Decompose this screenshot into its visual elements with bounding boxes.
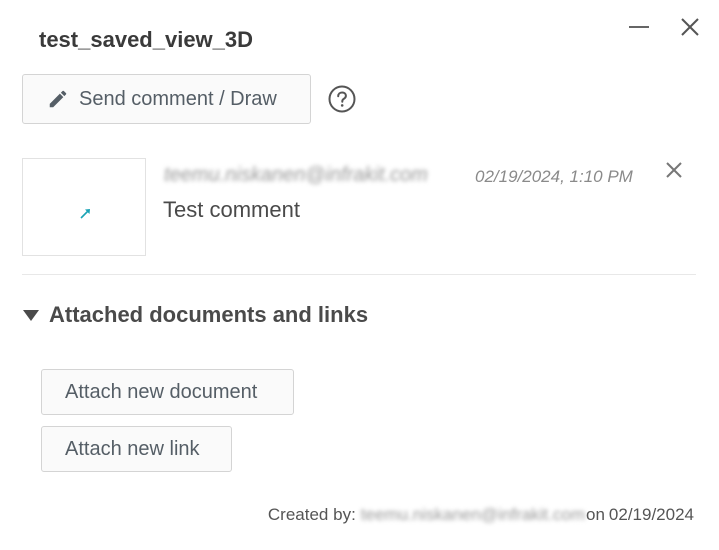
created-by-label: Created by: xyxy=(267,505,356,524)
on-label: on xyxy=(585,505,605,524)
attachments-section-toggle[interactable]: Attached documents and links xyxy=(22,302,368,328)
minimize-button[interactable] xyxy=(626,14,652,40)
dialog-title: test_saved_view_3D xyxy=(39,27,254,52)
pencil-icon xyxy=(47,88,69,110)
created-date: 02/19/2024 xyxy=(608,505,694,524)
send-comment-label: Send comment / Draw xyxy=(79,87,277,110)
close-icon xyxy=(666,162,682,178)
attach-link-button[interactable]: Attach new link xyxy=(41,426,232,472)
close-icon xyxy=(681,18,699,36)
arrow-icon xyxy=(80,209,90,219)
caret-down-icon xyxy=(22,308,40,322)
minimize-icon xyxy=(629,26,649,28)
creator-email: teemu.niskanen@infrakit.com xyxy=(360,505,585,524)
attach-document-button[interactable]: Attach new document xyxy=(41,369,294,415)
comment-author: teemu.niskanen@infrakit.com xyxy=(164,164,428,186)
delete-comment-button[interactable] xyxy=(662,158,686,182)
attachments-section-title: Attached documents and links xyxy=(49,302,369,327)
send-comment-button[interactable]: Send comment / Draw xyxy=(22,74,311,124)
divider xyxy=(22,274,696,275)
comment-text: Test comment xyxy=(163,197,300,222)
comment-thumbnail[interactable] xyxy=(22,158,146,256)
help-icon[interactable] xyxy=(328,85,356,113)
comment-timestamp: 02/19/2024, 1:10 PM xyxy=(475,167,633,186)
created-by-info: Created by: teemu.niskanen@infrakit.com … xyxy=(268,505,694,525)
close-button[interactable] xyxy=(677,14,703,40)
